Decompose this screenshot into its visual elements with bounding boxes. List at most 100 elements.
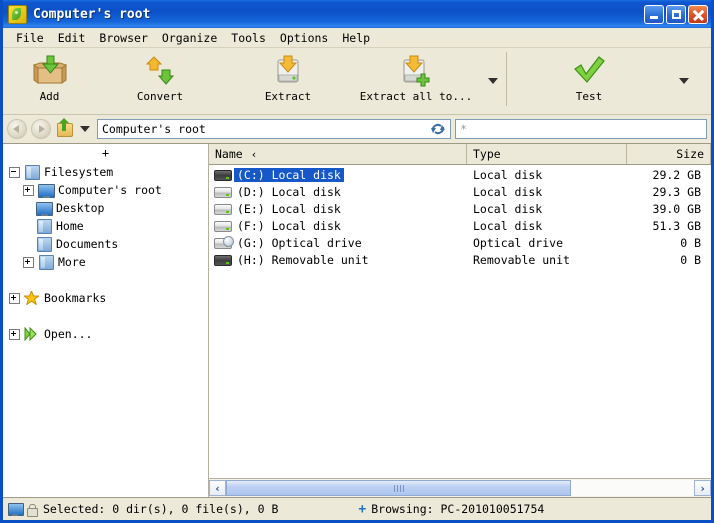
row-type: Local disk	[473, 201, 543, 216]
expander-plus-icon[interactable]	[9, 328, 20, 340]
row-size: 51.3 GB	[652, 218, 701, 233]
toolbar-extract-label: Extract	[264, 90, 312, 103]
refresh-icon[interactable]	[430, 122, 446, 136]
toolbar-extract-all-button[interactable]: Extract all to...	[352, 48, 480, 103]
scroll-right-arrow[interactable]: ›	[694, 480, 711, 496]
sidebar-item-documents[interactable]: Documents	[3, 235, 208, 253]
menu-tools[interactable]: Tools	[224, 30, 273, 46]
toolbar-extract-all-label: Extract all to...	[359, 90, 473, 103]
table-row[interactable]: (G:) Optical drive Optical drive 0 B	[209, 234, 711, 251]
sidebar-item-computers-root[interactable]: Computer's root	[3, 181, 208, 199]
expander-plus-icon[interactable]	[9, 292, 20, 304]
close-button[interactable]	[688, 4, 708, 24]
menu-help[interactable]: Help	[335, 30, 377, 46]
title-bar: Computer's root	[3, 0, 711, 28]
row-name-cell: (G:) Optical drive	[209, 236, 467, 250]
forward-arrow-icon[interactable]	[31, 119, 51, 139]
toolbar-test-label: Test	[575, 90, 603, 103]
sidebar-item-bookmarks[interactable]: Bookmarks	[3, 289, 208, 307]
row-name-cell: (H:) Removable unit	[209, 253, 467, 267]
local-disk-icon	[214, 202, 232, 215]
expander-plus-icon[interactable]	[23, 256, 34, 268]
toolbar-extract-button[interactable]: Extract	[224, 48, 352, 103]
sidebar-label: More	[58, 255, 86, 269]
file-rows: (C:) Local disk Local disk 29.2 GB (D:) …	[209, 165, 711, 478]
path-history-dropdown[interactable]	[77, 126, 93, 132]
table-row[interactable]: (E:) Local disk Local disk 39.0 GB	[209, 200, 711, 217]
monitor-icon	[36, 201, 53, 216]
chevron-down-icon	[679, 78, 689, 84]
row-size: 0 B	[680, 252, 701, 267]
back-arrow-icon[interactable]	[7, 119, 27, 139]
menu-options[interactable]: Options	[273, 30, 335, 46]
scrollbar-thumb[interactable]	[226, 480, 571, 496]
folder-icon	[36, 219, 52, 234]
table-row[interactable]: (D:) Local disk Local disk 29.3 GB	[209, 183, 711, 200]
menu-file[interactable]: File	[9, 30, 51, 46]
selection-status: Selected: 0 dir(s), 0 file(s), 0 B	[43, 502, 279, 516]
sidebar-item-desktop[interactable]: Desktop	[3, 199, 208, 217]
sidebar-label: Desktop	[56, 201, 105, 215]
sidebar-item-open[interactable]: Open...	[3, 325, 208, 343]
up-folder-icon[interactable]	[55, 118, 73, 138]
column-header-size[interactable]: Size	[627, 144, 711, 164]
toolbar-convert-label: Convert	[136, 90, 184, 103]
table-row[interactable]: (H:) Removable unit Removable unit 0 B	[209, 251, 711, 268]
sidebar-tree: Filesystem Computer's root Desktop Home	[3, 161, 208, 343]
table-row[interactable]: (C:) Local disk Local disk 29.2 GB	[209, 166, 711, 183]
sidebar-add-button[interactable]: +	[3, 144, 208, 161]
local-disk-icon	[214, 168, 232, 181]
column-header-type[interactable]: Type	[467, 144, 627, 164]
row-name: (C:) Local disk	[234, 167, 344, 182]
row-type: Local disk	[473, 184, 543, 199]
toolbar-convert-button[interactable]: Convert	[96, 48, 224, 103]
sidebar-item-filesystem[interactable]: Filesystem	[3, 163, 208, 181]
menu-browser[interactable]: Browser	[92, 30, 154, 46]
maximize-button[interactable]	[666, 4, 686, 24]
folder-icon	[38, 255, 54, 270]
folder-icon	[36, 237, 52, 252]
scroll-left-arrow[interactable]: ‹	[209, 480, 226, 496]
path-value: Computer's root	[102, 122, 206, 136]
monitor-icon	[8, 502, 24, 516]
row-name-cell: (E:) Local disk	[209, 202, 467, 216]
row-type: Local disk	[473, 218, 543, 233]
optical-drive-icon	[214, 236, 234, 249]
address-bar: Computer's root *	[3, 115, 711, 143]
column-label: Size	[676, 147, 704, 161]
folder-icon	[24, 165, 40, 180]
row-type: Removable unit	[473, 252, 570, 267]
sidebar-item-more[interactable]: More	[3, 253, 208, 271]
row-name: (E:) Local disk	[237, 201, 341, 216]
path-input[interactable]: Computer's root	[97, 119, 451, 139]
menu-organize[interactable]: Organize	[155, 30, 224, 46]
sidebar-item-home[interactable]: Home	[3, 217, 208, 235]
table-row[interactable]: (F:) Local disk Local disk 51.3 GB	[209, 217, 711, 234]
menu-edit[interactable]: Edit	[51, 30, 93, 46]
extract-all-dropdown[interactable]	[480, 48, 506, 114]
scrollbar-track[interactable]	[226, 480, 694, 496]
sidebar-label: Bookmarks	[44, 291, 107, 305]
expander-minus-icon[interactable]	[9, 166, 20, 178]
horizontal-scrollbar[interactable]: ‹ ›	[209, 478, 711, 497]
lock-icon	[26, 503, 38, 517]
column-header-name[interactable]: Name ‹	[209, 144, 467, 164]
column-label: Name	[215, 147, 243, 161]
chevron-down-icon	[80, 126, 90, 132]
sidebar-label: Open...	[44, 327, 93, 341]
test-dropdown[interactable]	[671, 48, 697, 114]
minimize-button[interactable]	[644, 4, 664, 24]
status-bar: Selected: 0 dir(s), 0 file(s), 0 B + Bro…	[3, 497, 711, 520]
expander-plus-icon[interactable]	[23, 184, 34, 196]
row-name: (D:) Local disk	[237, 184, 341, 199]
sidebar-label: Computer's root	[58, 183, 162, 197]
row-name-cell: (C:) Local disk	[209, 167, 467, 182]
toolbar-add-button[interactable]: Add	[3, 48, 96, 103]
toolbar-test-button[interactable]: Test	[529, 48, 649, 103]
filter-input[interactable]: *	[455, 119, 707, 139]
toolbar: Add Convert Extract Extract all to... Te…	[3, 48, 711, 115]
row-name: (H:) Removable unit	[237, 252, 369, 267]
row-name: (F:) Local disk	[237, 218, 341, 233]
